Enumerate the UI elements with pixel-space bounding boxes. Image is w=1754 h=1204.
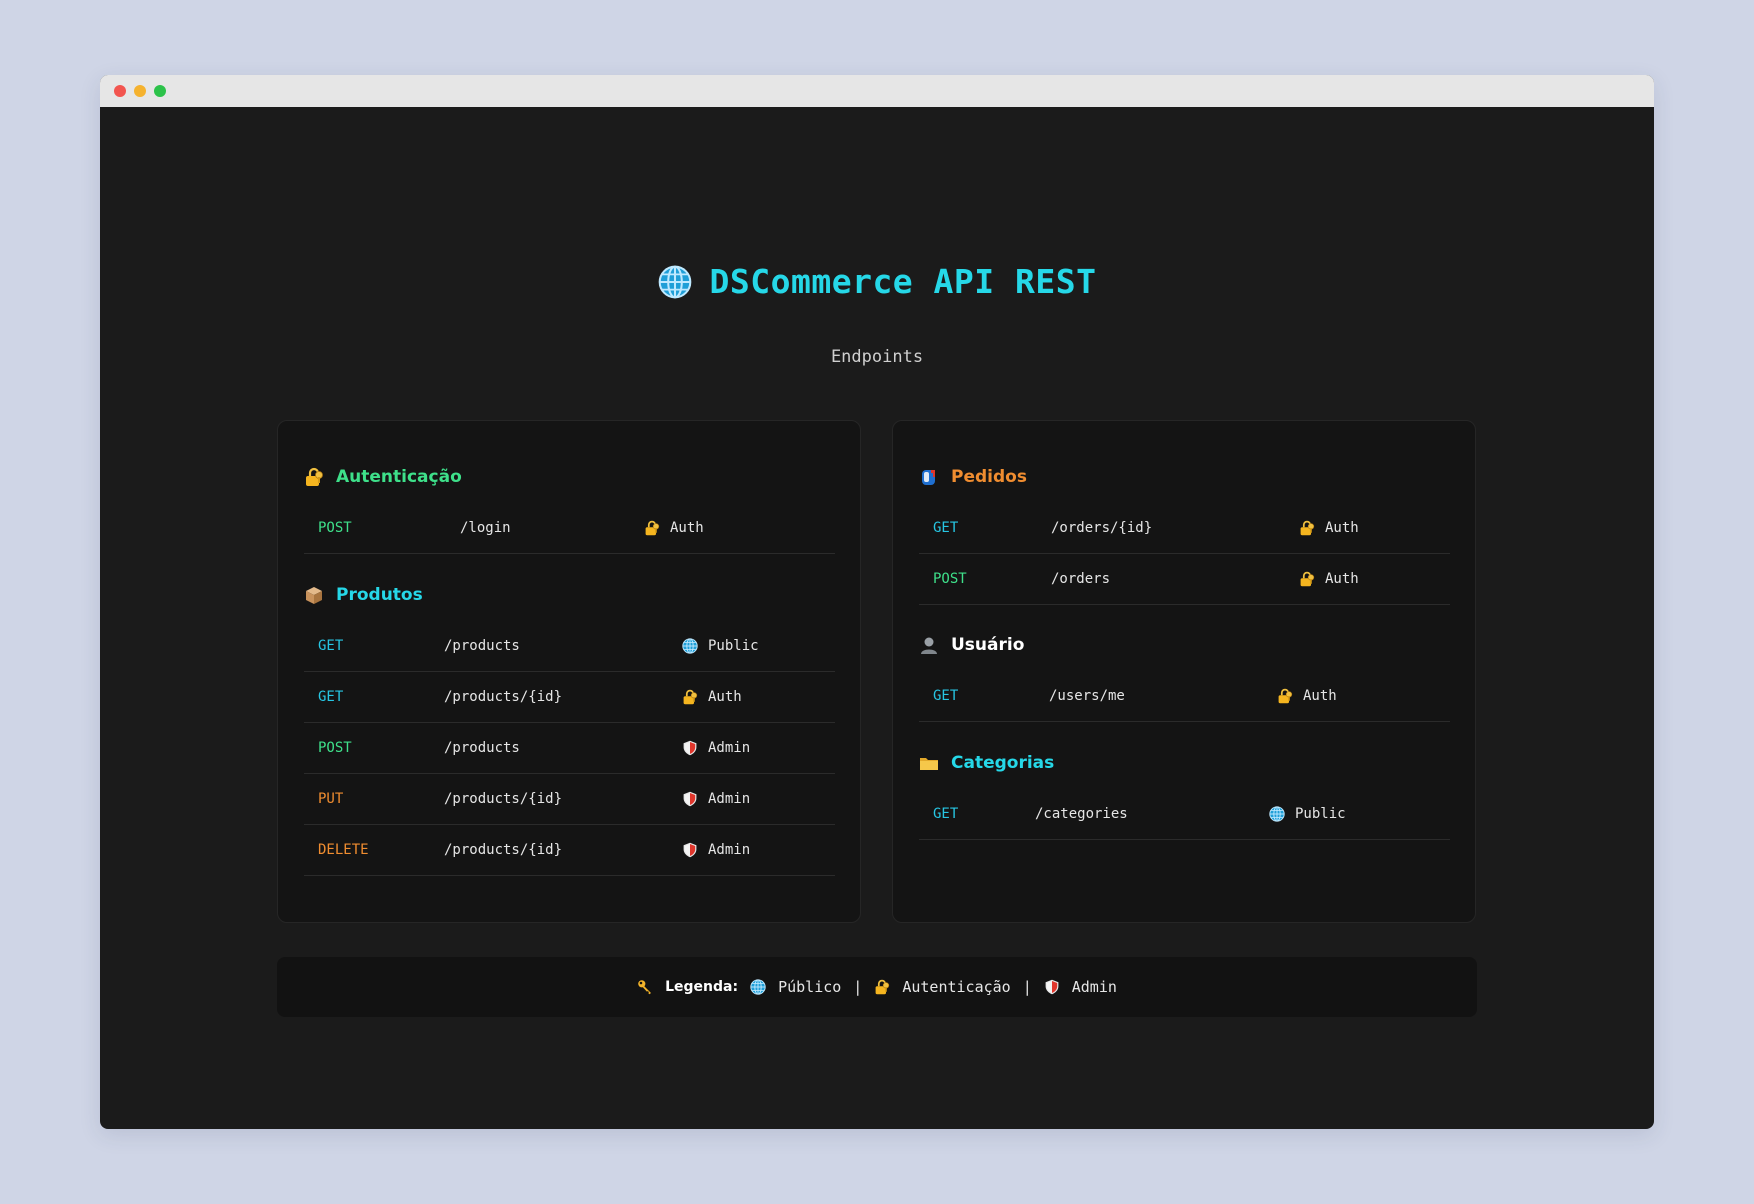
shield-icon: [682, 740, 698, 756]
method-label: POST: [318, 740, 352, 756]
section-title: Categorias: [951, 753, 1055, 773]
page-subtitle: Endpoints: [830, 347, 924, 367]
method-label: DELETE: [318, 842, 369, 858]
lock-icon: [304, 467, 324, 487]
endpoint-path: /products/{id}: [444, 791, 563, 807]
access-badge: Auth: [682, 689, 742, 705]
endpoint-row[interactable]: GET /categories Public: [919, 789, 1450, 840]
section-auth: Autenticação POST /login Auth: [304, 465, 835, 554]
section-title: Pedidos: [951, 467, 1027, 487]
legend-label: Legenda:: [665, 979, 739, 995]
close-window-button[interactable]: [114, 85, 126, 97]
lock-icon: [682, 689, 698, 705]
globe-icon: [750, 979, 766, 995]
access-badge: Admin: [682, 791, 750, 807]
endpoint-path: /orders/{id}: [1051, 520, 1153, 536]
endpoint-row[interactable]: POST /products Admin: [304, 723, 835, 774]
shield-icon: [682, 842, 698, 858]
page-header: DSCommerce API REST: [100, 262, 1654, 301]
package-icon: [304, 585, 324, 605]
section-title: Autenticação: [336, 467, 462, 487]
endpoint-path: /products/{id}: [444, 842, 563, 858]
section-products: Produtos GET /products Public GET /produ…: [304, 583, 835, 876]
endpoint-path: /orders: [1051, 571, 1111, 587]
lock-icon: [644, 520, 660, 536]
access-badge: Admin: [682, 842, 750, 858]
endpoint-row[interactable]: GET /users/me Auth: [919, 671, 1450, 722]
method-label: GET: [318, 638, 344, 654]
endpoint-row[interactable]: POST /orders Auth: [919, 554, 1450, 605]
method-label: GET: [933, 688, 959, 704]
section-header-products: Produtos: [304, 583, 835, 607]
method-label: POST: [318, 520, 352, 536]
endpoint-row[interactable]: DELETE /products/{id} Admin: [304, 825, 835, 876]
page-title: DSCommerce API REST: [709, 262, 1097, 301]
endpoint-path: /products: [444, 740, 520, 756]
section-title: Produtos: [336, 585, 423, 605]
key-icon: [637, 979, 653, 995]
endpoint-row[interactable]: GET /products/{id} Auth: [304, 672, 835, 723]
legend-bar: Legenda: Público | Autenticação | Admin: [277, 957, 1477, 1017]
access-badge: Auth: [1299, 520, 1359, 536]
legend-separator: |: [1022, 978, 1032, 996]
maximize-window-button[interactable]: [154, 85, 166, 97]
access-badge: Public: [1269, 806, 1346, 822]
folder-icon: [919, 753, 939, 773]
window-titlebar: [100, 75, 1654, 107]
endpoints-card-left: Autenticação POST /login Auth Produtos G…: [277, 420, 861, 923]
legend-item-public: Público: [778, 978, 842, 996]
legend-item-auth: Autenticação: [902, 978, 1011, 996]
endpoint-row[interactable]: POST /login Auth: [304, 503, 835, 554]
section-user: Usuário GET /users/me Auth: [919, 633, 1450, 722]
browser-window: DSCommerce API REST Endpoints Autenticaç…: [100, 75, 1654, 1129]
shield-icon: [1044, 979, 1060, 995]
globe-icon: [1269, 806, 1285, 822]
access-badge: Auth: [1299, 571, 1359, 587]
endpoint-path: /users/me: [1049, 688, 1125, 704]
method-label: GET: [933, 520, 959, 536]
section-header-orders: Pedidos: [919, 465, 1450, 489]
user-icon: [919, 635, 939, 655]
endpoint-row[interactable]: PUT /products/{id} Admin: [304, 774, 835, 825]
globe-icon: [658, 265, 692, 299]
lock-icon: [1277, 688, 1293, 704]
endpoint-path: /login: [460, 520, 511, 536]
endpoint-path: /products: [444, 638, 520, 654]
section-header-auth: Autenticação: [304, 465, 835, 489]
mailbox-icon: [919, 467, 939, 487]
method-label: GET: [933, 806, 959, 822]
endpoint-path: /categories: [1035, 806, 1128, 822]
access-badge: Auth: [644, 520, 704, 536]
access-badge: Admin: [682, 740, 750, 756]
method-label: PUT: [318, 791, 344, 807]
shield-icon: [682, 791, 698, 807]
access-badge: Auth: [1277, 688, 1337, 704]
globe-icon: [682, 638, 698, 654]
lock-icon: [1299, 520, 1315, 536]
endpoint-row[interactable]: GET /products Public: [304, 621, 835, 672]
lock-icon: [874, 979, 890, 995]
legend-separator: |: [853, 978, 863, 996]
section-orders: Pedidos GET /orders/{id} Auth POST /orde…: [919, 465, 1450, 605]
access-badge: Public: [682, 638, 759, 654]
minimize-window-button[interactable]: [134, 85, 146, 97]
page-content: DSCommerce API REST Endpoints Autenticaç…: [100, 107, 1654, 1129]
section-categories: Categorias GET /categories Public: [919, 751, 1450, 840]
section-header-categories: Categorias: [919, 751, 1450, 775]
legend-item-admin: Admin: [1071, 978, 1117, 996]
lock-icon: [1299, 571, 1315, 587]
endpoint-row[interactable]: GET /orders/{id} Auth: [919, 503, 1450, 554]
endpoint-path: /products/{id}: [444, 689, 563, 705]
method-label: GET: [318, 689, 344, 705]
section-header-user: Usuário: [919, 633, 1450, 657]
endpoints-card-right: Pedidos GET /orders/{id} Auth POST /orde…: [892, 420, 1476, 923]
section-title: Usuário: [951, 635, 1025, 655]
method-label: POST: [933, 571, 967, 587]
